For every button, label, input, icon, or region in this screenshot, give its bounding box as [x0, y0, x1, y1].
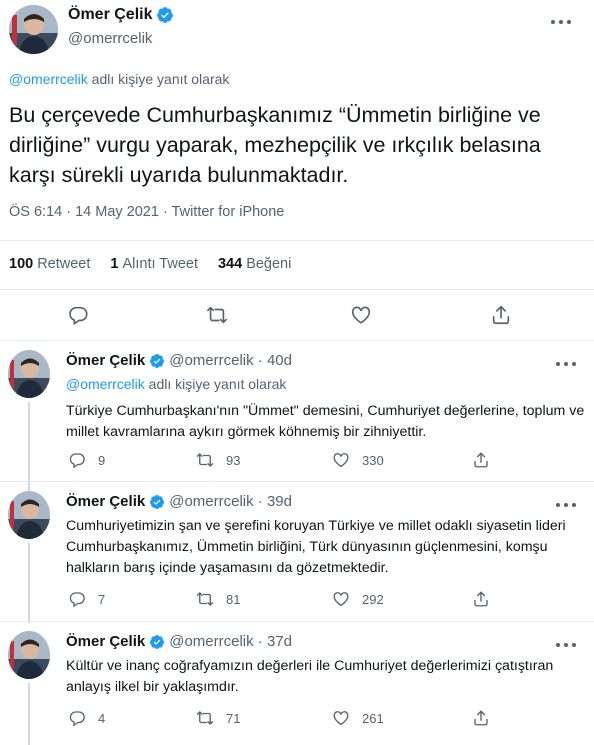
tweet-stats: 100 Retweet 1 Alıntı Tweet 344 Beğeni	[9, 256, 291, 272]
like-stat[interactable]: 344 Beğeni	[218, 256, 291, 272]
reply-icon	[68, 590, 86, 608]
divider	[0, 289, 594, 290]
heart-icon	[332, 709, 350, 727]
author-handle[interactable]: @omerrcelik	[68, 30, 152, 47]
retweet-action[interactable]: 71	[196, 709, 240, 727]
like-action[interactable]: 292	[332, 590, 384, 608]
like-count: 344	[217, 256, 243, 272]
reply-mention-link[interactable]: @omerrcelik	[9, 71, 88, 87]
reply-header: Ömer Çelik @omerrcelik · 39d	[66, 493, 292, 510]
reply-count: 7	[98, 591, 106, 607]
share-icon	[472, 451, 490, 469]
tweet-text: Cumhuriyetimizin şan ve şerefini koruyan…	[66, 518, 566, 576]
author-handle-time[interactable]: @omerrcelik · 40d	[169, 352, 292, 369]
reply-icon	[68, 709, 86, 727]
verified-badge-icon	[149, 634, 165, 650]
author-handle-time[interactable]: @omerrcelik · 39d	[169, 493, 292, 510]
like-label: Beğeni	[246, 256, 292, 272]
author-name-text: Ömer Çelik	[68, 6, 153, 23]
reply-header: Ömer Çelik @omerrcelik · 37d	[66, 633, 292, 650]
more-icon[interactable]	[551, 15, 571, 29]
share-icon	[472, 709, 490, 727]
divider	[0, 481, 594, 482]
heart-icon	[332, 590, 350, 608]
more-icon[interactable]	[556, 498, 576, 512]
author-name[interactable]: Ömer Çelik	[66, 633, 145, 650]
reply-icon[interactable]	[67, 304, 89, 326]
reply-action[interactable]: 4	[68, 709, 105, 727]
verified-badge-icon	[149, 494, 165, 510]
retweet-count: 81	[226, 591, 241, 607]
retweet-icon[interactable]	[206, 304, 228, 326]
reply-icon	[68, 451, 86, 469]
tweet-actions: 9 93 330	[0, 451, 594, 471]
quote-count: 1	[110, 256, 119, 272]
more-icon[interactable]	[556, 357, 576, 371]
retweet-icon	[196, 451, 214, 469]
share-action[interactable]	[472, 590, 490, 608]
avatar[interactable]	[8, 631, 50, 679]
quote-stat[interactable]: 1 Alıntı Tweet	[110, 256, 198, 272]
like-count: 292	[362, 591, 384, 607]
replying-to: @omerrcelik adlı kişiye yanıt olarak	[9, 71, 229, 87]
retweet-count: 93	[226, 452, 241, 468]
retweet-count: 100	[9, 256, 34, 272]
reply-suffix: adlı kişiye yanıt olarak	[148, 376, 287, 392]
retweet-stat[interactable]: 100 Retweet	[9, 256, 90, 272]
retweet-action[interactable]: 93	[196, 451, 240, 469]
tweet-actions	[0, 300, 594, 330]
like-action[interactable]: 261	[332, 709, 384, 727]
reply-suffix: adlı kişiye yanıt olarak	[91, 71, 230, 87]
retweet-count: 71	[226, 710, 241, 726]
divider	[0, 240, 594, 241]
tweet-text: Bu çerçevede Cumhurbaşkanımız “Ümmetin b…	[9, 103, 541, 187]
author-handle-time[interactable]: @omerrcelik · 37d	[169, 633, 292, 650]
tweet-text: Kültür ve inanç coğrafyamızın değerleri …	[66, 658, 554, 695]
author-name[interactable]: Ömer Çelik	[66, 352, 145, 369]
share-icon[interactable]	[490, 304, 512, 326]
share-icon	[472, 590, 490, 608]
retweet-icon	[196, 709, 214, 727]
share-action[interactable]	[472, 451, 490, 469]
divider	[0, 621, 594, 622]
verified-badge-icon	[156, 6, 174, 24]
share-action[interactable]	[472, 709, 490, 727]
retweet-icon	[196, 590, 214, 608]
more-icon[interactable]	[556, 638, 576, 652]
reply-action[interactable]: 9	[68, 451, 105, 469]
avatar[interactable]	[9, 5, 58, 54]
author-name[interactable]: Ömer Çelik	[68, 6, 174, 24]
avatar[interactable]	[8, 491, 50, 539]
thread-line	[28, 543, 30, 623]
retweet-label: Retweet	[37, 256, 91, 272]
tweet-actions: 4 71 261	[0, 709, 594, 729]
tweet-timestamp[interactable]: ÖS 6:14 · 14 May 2021 · Twitter for iPho…	[9, 204, 284, 220]
like-count: 330	[362, 452, 384, 468]
like-action[interactable]: 330	[332, 451, 384, 469]
heart-icon	[332, 451, 350, 469]
quote-label: Alıntı Tweet	[122, 256, 198, 272]
divider	[0, 340, 594, 341]
like-count: 261	[362, 710, 384, 726]
reply-action[interactable]: 7	[68, 590, 105, 608]
retweet-action[interactable]: 81	[196, 590, 240, 608]
reply-mention-link[interactable]: @omerrcelik	[66, 376, 145, 392]
reply-count: 4	[98, 710, 106, 726]
reply-count: 9	[98, 452, 106, 468]
avatar[interactable]	[8, 350, 50, 398]
verified-badge-icon	[149, 353, 165, 369]
heart-icon[interactable]	[350, 304, 372, 326]
tweet-text: Türkiye Cumhurbaşkanı'nın "Ümmet" demesi…	[66, 403, 585, 440]
replying-to: @omerrcelik adlı kişiye yanıt olarak	[66, 376, 286, 392]
tweet-actions: 7 81 292	[0, 590, 594, 610]
reply-header: Ömer Çelik @omerrcelik · 40d	[66, 352, 292, 369]
author-name[interactable]: Ömer Çelik	[66, 493, 145, 510]
